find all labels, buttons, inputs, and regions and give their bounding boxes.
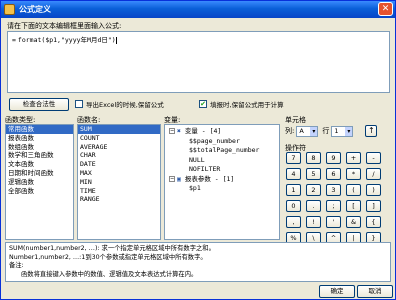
export-excel-keep-formula-option[interactable]: 导出Excel的时候,保留公式: [75, 99, 164, 109]
category-item[interactable]: 常用函数: [6, 125, 73, 134]
fill-keep-formula-option[interactable]: ✔ 填报时,保留公式用于计算: [199, 99, 284, 109]
operator-key[interactable]: .: [306, 200, 321, 212]
operator-key[interactable]: [: [346, 200, 361, 212]
operator-key[interactable]: ): [366, 184, 381, 196]
operator-key[interactable]: 4: [286, 168, 301, 180]
collapse-icon[interactable]: −: [169, 175, 175, 182]
text-cursor: [115, 36, 117, 44]
tree-leaf[interactable]: $$page_number: [167, 137, 277, 147]
operator-key[interactable]: 5: [306, 168, 321, 180]
ok-button[interactable]: 确定: [319, 285, 355, 298]
operator-key[interactable]: 6: [326, 168, 341, 180]
operator-key[interactable]: 1: [286, 184, 301, 196]
description-line: Number1,number2, …:1到30个参数或指定单元格区域中所有数字。: [9, 253, 207, 261]
operator-key[interactable]: 0: [286, 200, 301, 212]
function-description: SUM(number1,number2, …): 求一个指定单元格区域中所有数字…: [5, 242, 391, 282]
close-button[interactable]: ✕: [378, 2, 393, 16]
window-title: 公式定义: [19, 5, 51, 14]
variable-tree[interactable]: − ✖ 变量 - [4] $$page_number $$totalPage_nu…: [164, 124, 280, 240]
function-item[interactable]: RANGE: [78, 195, 160, 204]
operator-key[interactable]: 9: [326, 152, 341, 164]
row-label: 行: [322, 127, 330, 135]
formula-prefix: =: [12, 36, 16, 44]
column-select[interactable]: A: [296, 125, 319, 137]
export-excel-label: 导出Excel的时候,保留公式: [86, 101, 164, 109]
operator-key[interactable]: (: [346, 184, 361, 196]
tree-node-label: 报表参数 - [1]: [184, 174, 235, 183]
formula-text[interactable]: format($p1,"yyyy年M月d日"): [18, 36, 116, 44]
function-name-list[interactable]: SUM COUNT AVERAGE CHAR DATE MAX MIN TIME…: [77, 124, 161, 240]
operator-key[interactable]: ;: [326, 200, 341, 212]
tree-node-label: 变量 - [4]: [184, 127, 222, 135]
formula-editor[interactable]: = format($p1,"yyyy年M月d日"): [7, 31, 390, 93]
operator-key[interactable]: ]: [366, 200, 381, 212]
operator-key[interactable]: *: [346, 168, 361, 180]
cell-position-row: 列: A 行 1 ↑: [285, 125, 378, 137]
operator-key[interactable]: 7: [286, 152, 301, 164]
function-item[interactable]: AVERAGE: [78, 143, 160, 152]
cancel-button[interactable]: 取消: [357, 285, 393, 298]
tree-leaf[interactable]: NULL: [167, 156, 277, 166]
fill-keep-formula-label: 填报时,保留公式用于计算: [210, 101, 284, 109]
formula-dialog: 公式定义 ✕ 请在下面的文本编辑框里面输入公式: = format($p1,"yy…: [0, 0, 396, 300]
check-validity-button[interactable]: 检查合法性: [9, 98, 69, 111]
category-item[interactable]: 全部函数: [6, 187, 73, 196]
tree-leaf[interactable]: NOFILTER: [167, 165, 277, 175]
category-item[interactable]: 报表函数: [6, 134, 73, 143]
tree-leaf[interactable]: $$totalPage_number: [167, 146, 277, 156]
description-line: SUM(number1,number2, …): 求一个指定单元格区域中所有数字…: [9, 245, 215, 252]
collapse-icon[interactable]: −: [169, 128, 175, 134]
operator-key[interactable]: !: [306, 216, 321, 228]
prompt-label: 请在下面的文本编辑框里面输入公式:: [7, 22, 122, 30]
function-item[interactable]: TIME: [78, 187, 160, 196]
function-item[interactable]: MAX: [78, 169, 160, 178]
operator-key[interactable]: -: [366, 152, 381, 164]
operator-key[interactable]: 8: [306, 152, 321, 164]
operator-key[interactable]: {: [366, 216, 381, 228]
tree-node-report-params[interactable]: − ▣ 报表参数 - [1]: [167, 175, 277, 185]
category-item[interactable]: 数学和三角函数: [6, 151, 73, 160]
column-label: 列:: [285, 127, 295, 135]
cell-label: 单元格: [285, 116, 306, 124]
function-item[interactable]: SUM: [78, 125, 160, 134]
app-icon: [4, 4, 15, 15]
operator-key[interactable]: ,: [286, 216, 301, 228]
operator-key[interactable]: /: [366, 168, 381, 180]
function-item[interactable]: COUNT: [78, 134, 160, 143]
title-bar[interactable]: 公式定义 ✕: [1, 1, 395, 18]
export-excel-checkbox[interactable]: [75, 100, 83, 108]
function-category-list[interactable]: 常用函数 报表函数 数组函数 数学和三角函数 文本函数 日期和时间函数 逻辑函数…: [5, 124, 74, 240]
category-item[interactable]: 日期和时间函数: [6, 169, 73, 178]
operator-key[interactable]: 3: [326, 184, 341, 196]
operator-key[interactable]: &: [346, 216, 361, 228]
category-item[interactable]: 逻辑函数: [6, 178, 73, 187]
variable-group-icon: ✖: [177, 127, 181, 135]
row-select[interactable]: 1: [331, 125, 354, 137]
function-item[interactable]: CHAR: [78, 151, 160, 160]
description-line: 备注:: [9, 262, 24, 269]
operator-key[interactable]: 2: [306, 184, 321, 196]
tree-leaf[interactable]: $p1: [167, 184, 277, 194]
operator-key[interactable]: ': [326, 216, 341, 228]
operator-key[interactable]: +: [346, 152, 361, 164]
fill-keep-formula-checkbox[interactable]: ✔: [199, 100, 207, 108]
tree-node-variables[interactable]: − ✖ 变量 - [4]: [167, 127, 277, 137]
insert-cell-button[interactable]: ↑: [365, 125, 378, 137]
param-group-icon: ▣: [177, 174, 181, 183]
function-item[interactable]: MIN: [78, 178, 160, 187]
function-item[interactable]: DATE: [78, 160, 160, 169]
category-item[interactable]: 文本函数: [6, 160, 73, 169]
description-line: 函数将直接键入参数中的数值、逻辑值及文本表达式计算在内。: [21, 270, 198, 278]
